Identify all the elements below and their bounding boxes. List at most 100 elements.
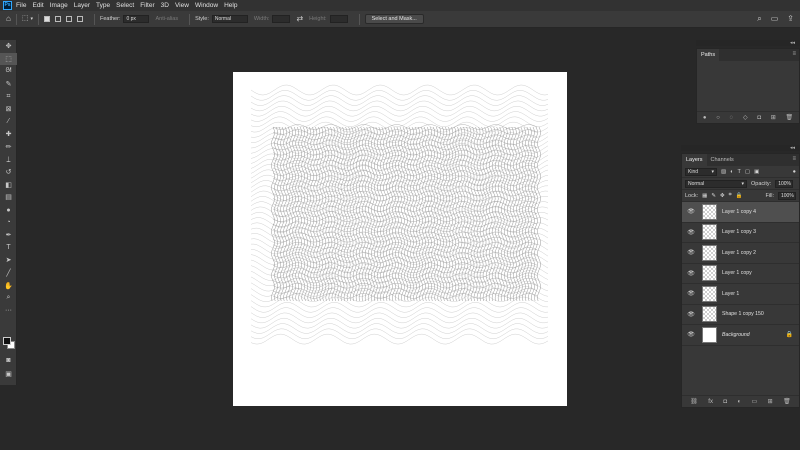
- pen-tool-icon[interactable]: ✒: [0, 229, 17, 242]
- rect-marquee-tool-icon[interactable]: ⬚: [0, 52, 17, 66]
- menu-file[interactable]: File: [16, 2, 26, 9]
- width-input[interactable]: [272, 15, 291, 23]
- lock-transparency-icon[interactable]: ▦: [702, 193, 707, 199]
- layer-style-icon[interactable]: fx: [708, 399, 713, 405]
- layer-row[interactable]: 👁 Layer 1: [682, 284, 799, 305]
- menu-filter[interactable]: Filter: [140, 2, 154, 9]
- collapse-panels-icon[interactable]: ◂◂: [790, 145, 795, 151]
- new-layer-icon[interactable]: ⊞: [768, 398, 773, 405]
- document-canvas[interactable]: [233, 72, 567, 406]
- screen-mode-icon[interactable]: ▣: [0, 368, 17, 381]
- menu-edit[interactable]: Edit: [32, 2, 43, 9]
- tab-channels[interactable]: Channels: [707, 154, 738, 166]
- foreground-color-swatch[interactable]: [3, 337, 11, 345]
- menu-image[interactable]: Image: [50, 2, 68, 9]
- layer-row[interactable]: 👁 Shape 1 copy 150: [682, 305, 799, 325]
- opacity-input[interactable]: 100%: [775, 179, 794, 188]
- select-and-mask-button[interactable]: Select and Mask...: [364, 14, 424, 24]
- panel-menu-icon[interactable]: ≡: [792, 51, 796, 57]
- layer-row[interactable]: 👁 Layer 1 copy 3: [682, 223, 799, 243]
- home-icon[interactable]: ⌂: [6, 14, 11, 24]
- collapse-panels-icon[interactable]: ◂◂: [790, 40, 795, 46]
- eye-icon[interactable]: 👁: [686, 290, 696, 297]
- lock-artboard-icon[interactable]: ⌗: [729, 192, 732, 199]
- search-icon[interactable]: ⌕: [757, 14, 761, 24]
- layer-row[interactable]: 👁 Layer 1 copy 2: [682, 243, 799, 264]
- filter-shape-icon[interactable]: ▢: [745, 169, 750, 175]
- height-input[interactable]: [329, 15, 348, 23]
- hand-tool-icon[interactable]: ✋: [0, 279, 17, 292]
- trash-icon[interactable]: 🗑: [785, 114, 793, 121]
- stroke-path-icon[interactable]: ○: [716, 115, 720, 121]
- move-tool-icon[interactable]: ✥: [0, 40, 17, 53]
- photoshop-logo-icon[interactable]: Ps: [3, 1, 12, 10]
- new-path-icon[interactable]: ⊞: [771, 114, 776, 121]
- quick-select-tool-icon[interactable]: ✎: [0, 78, 17, 91]
- lock-icon[interactable]: 🔒: [786, 331, 793, 338]
- feather-input[interactable]: 0 px: [123, 15, 150, 23]
- add-mask-icon[interactable]: ◘: [723, 399, 727, 405]
- blur-tool-icon[interactable]: ●: [0, 204, 17, 217]
- make-work-path-icon[interactable]: ◇: [743, 114, 748, 121]
- tab-paths[interactable]: Paths: [697, 49, 720, 61]
- menu-help[interactable]: Help: [224, 2, 237, 9]
- filter-toggle-icon[interactable]: ●: [793, 169, 796, 175]
- filter-pixel-icon[interactable]: ▨: [721, 169, 726, 175]
- fill-input[interactable]: 100%: [778, 191, 796, 200]
- brush-tool-icon[interactable]: ✏: [0, 141, 17, 154]
- add-selection-icon[interactable]: [54, 16, 61, 22]
- filter-smart-object-icon[interactable]: ▣: [754, 169, 759, 175]
- chevron-down-icon[interactable]: ▾: [30, 16, 33, 22]
- blend-mode-select[interactable]: Normal ▾: [685, 179, 747, 188]
- eye-icon[interactable]: 👁: [686, 270, 696, 277]
- add-mask-icon[interactable]: ◘: [757, 115, 761, 121]
- menu-3d[interactable]: 3D: [161, 2, 169, 9]
- layer-row[interactable]: 👁 Layer 1 copy: [682, 264, 799, 284]
- healing-brush-tool-icon[interactable]: ✚: [0, 128, 17, 141]
- more-tools-icon[interactable]: ···: [0, 304, 17, 317]
- lock-all-icon[interactable]: 🔒: [736, 193, 743, 199]
- menu-view[interactable]: View: [175, 2, 189, 9]
- path-selection-tool-icon[interactable]: ➤: [0, 254, 17, 267]
- menu-select[interactable]: Select: [116, 2, 134, 9]
- new-group-icon[interactable]: ▭: [752, 398, 758, 405]
- history-brush-tool-icon[interactable]: ↺: [0, 166, 17, 179]
- zoom-tool-icon[interactable]: ⌕: [0, 292, 17, 305]
- panel-menu-icon[interactable]: ≡: [792, 156, 796, 162]
- lasso-tool-icon[interactable]: ᘛ: [0, 65, 17, 78]
- intersect-selection-icon[interactable]: [76, 16, 83, 22]
- eyedropper-tool-icon[interactable]: ⁄: [0, 116, 17, 129]
- quick-mask-icon[interactable]: ◙: [0, 354, 17, 367]
- menu-layer[interactable]: Layer: [74, 2, 90, 9]
- eye-icon[interactable]: 👁: [686, 331, 696, 338]
- new-selection-icon[interactable]: [43, 16, 50, 22]
- fill-path-icon[interactable]: ●: [703, 115, 707, 121]
- eye-icon[interactable]: 👁: [686, 229, 696, 236]
- trash-icon[interactable]: 🗑: [783, 398, 791, 405]
- crop-tool-icon[interactable]: ⌗: [0, 90, 17, 103]
- eye-icon[interactable]: 👁: [686, 208, 696, 215]
- lock-position-icon[interactable]: ✥: [720, 193, 725, 199]
- menu-type[interactable]: Type: [96, 2, 110, 9]
- adjustment-layer-icon[interactable]: ◐: [737, 399, 741, 405]
- clone-stamp-tool-icon[interactable]: ⍊: [0, 153, 17, 166]
- subtract-selection-icon[interactable]: [65, 16, 72, 22]
- link-layers-icon[interactable]: ⛓: [690, 398, 698, 405]
- line-tool-icon[interactable]: ╱: [0, 267, 17, 280]
- menu-window[interactable]: Window: [195, 2, 218, 9]
- anti-alias-checkbox[interactable]: Anti-alias: [155, 16, 178, 22]
- eraser-tool-icon[interactable]: ◧: [0, 179, 17, 192]
- type-tool-icon[interactable]: T: [0, 242, 17, 255]
- dodge-tool-icon[interactable]: ◔: [0, 216, 17, 229]
- filter-kind-select[interactable]: Kind ▾: [685, 167, 717, 176]
- eye-icon[interactable]: 👁: [686, 311, 696, 318]
- layer-row[interactable]: 👁 Background 🔒: [682, 325, 799, 346]
- lock-image-icon[interactable]: ✎: [711, 193, 716, 199]
- frame-tool-icon[interactable]: ⊠: [0, 103, 17, 116]
- filter-adjustment-icon[interactable]: ◐: [730, 169, 733, 175]
- rect-marquee-icon[interactable]: ⬚: [22, 14, 29, 24]
- eye-icon[interactable]: 👁: [686, 249, 696, 256]
- tab-layers[interactable]: Layers: [682, 154, 707, 166]
- workspace-icon[interactable]: ▭: [771, 14, 779, 24]
- swap-icon[interactable]: ⇄: [296, 14, 303, 24]
